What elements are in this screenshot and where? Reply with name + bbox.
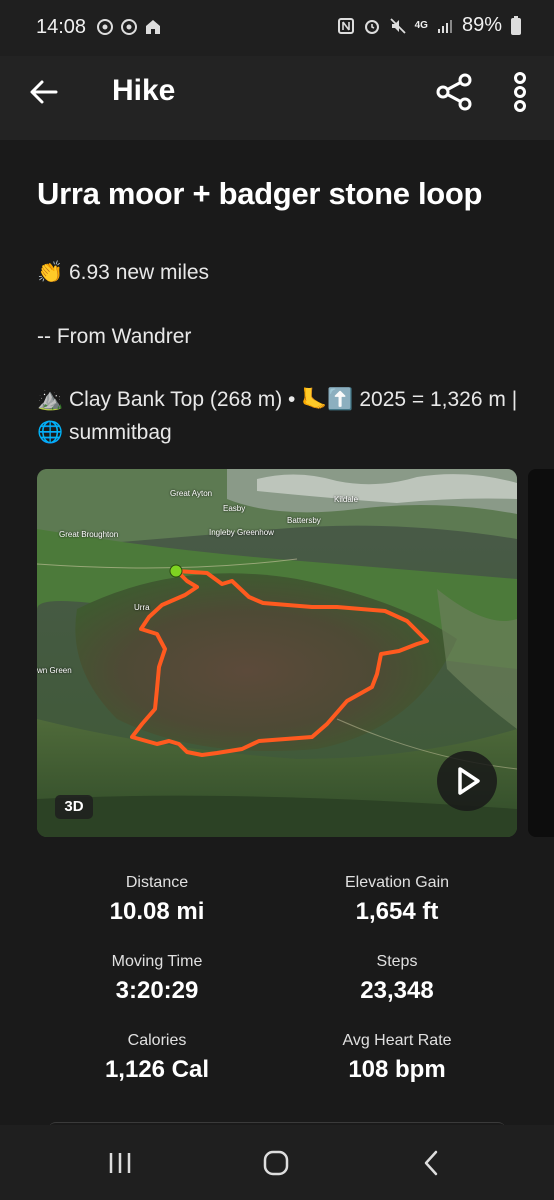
stat-calories: Calories 1,126 Cal [37, 1032, 277, 1084]
chrome-icon [121, 19, 137, 35]
arrow-left-icon[interactable] [26, 74, 62, 110]
map-label-own-green: wn Green [37, 666, 72, 675]
stat-value: 1,654 ft [355, 898, 439, 925]
description-source: -- From Wandrer [37, 325, 192, 348]
stat-label: Moving Time [111, 953, 203, 970]
stat-distance: Distance 10.08 mi [37, 874, 277, 926]
next-media-peek[interactable] [528, 469, 554, 837]
app-bar: Hike [0, 56, 554, 140]
alarm-icon [364, 19, 379, 34]
home-icon[interactable] [256, 1147, 296, 1179]
play-flyover-button[interactable] [437, 751, 497, 811]
battery-percent: 89% [461, 14, 502, 36]
stat-label: Distance [125, 874, 189, 891]
activity-title: Urra moor + badger stone loop [37, 176, 483, 211]
route-map[interactable]: Great Ayton Easby Kildale Battersby Grea… [37, 469, 517, 837]
battery-icon [511, 15, 521, 35]
description-new-miles: 👏 6.93 new miles [37, 261, 210, 284]
description-summit: ⛰️ Clay Bank Top (268 m) • 🦶⬆️ 2025 = 1,… [37, 388, 518, 444]
system-nav-bar [0, 1125, 554, 1200]
stat-label: Calories [127, 1032, 187, 1049]
chrome-icon [97, 19, 113, 35]
signal-icon [437, 19, 452, 33]
back-icon[interactable] [412, 1147, 452, 1179]
stat-value: 108 bpm [348, 1056, 446, 1083]
play-icon [458, 767, 480, 795]
stat-value: 3:20:29 [115, 977, 199, 1004]
stat-value: 1,126 Cal [104, 1056, 210, 1083]
map-label-urra: Urra [134, 603, 150, 612]
mute-icon [389, 17, 406, 34]
3d-toggle-button[interactable]: 3D [55, 795, 93, 819]
stat-value: 10.08 mi [109, 898, 205, 925]
stat-avg-heart-rate: Avg Heart Rate 108 bpm [277, 1032, 517, 1084]
network-4g-icon: 4G [414, 20, 428, 31]
status-bar: 14:08 4G 89% [0, 0, 554, 56]
status-time: 14:08 [36, 16, 87, 38]
map-label-kildale: Kildale [334, 495, 359, 504]
page-title: Hike [112, 74, 176, 107]
recents-icon[interactable] [100, 1147, 140, 1179]
share-icon[interactable] [434, 72, 474, 112]
activity-content: Urra moor + badger stone loop 👏 6.93 new… [0, 140, 554, 1125]
map-label-great-ayton: Great Ayton [170, 489, 213, 498]
stat-label: Elevation Gain [344, 874, 450, 891]
stat-value: 23,348 [360, 977, 434, 1004]
more-vertical-icon[interactable] [506, 70, 534, 114]
stat-elevation-gain: Elevation Gain 1,654 ft [277, 874, 517, 926]
stat-moving-time: Moving Time 3:20:29 [37, 953, 277, 1005]
stat-steps: Steps 23,348 [277, 953, 517, 1005]
nfc-icon [337, 17, 354, 34]
home-app-icon [146, 20, 160, 34]
map-label-great-broughton: Great Broughton [59, 530, 119, 539]
map-label-easby: Easby [223, 504, 246, 513]
stat-label: Steps [376, 953, 418, 970]
map-label-ingleby-greenhow: Ingleby Greenhow [209, 528, 274, 537]
map-label-battersby: Battersby [287, 516, 321, 525]
stat-label: Avg Heart Rate [342, 1032, 452, 1049]
